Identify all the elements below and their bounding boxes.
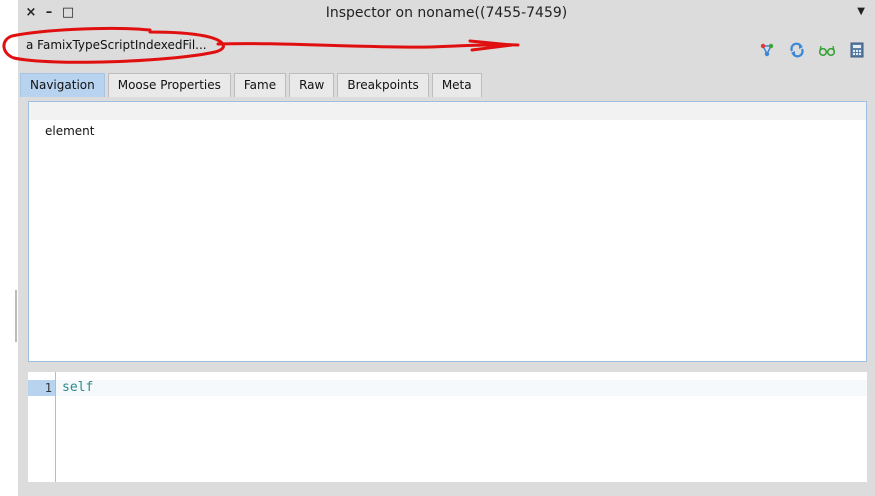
calculator-icon[interactable]	[847, 40, 867, 60]
title-bar[interactable]: × – □ Inspector on noname((7455-7459) ▼	[18, 0, 875, 28]
inspected-object-label: a FamixTypeScriptIndexedFil...	[26, 38, 207, 52]
refresh-icon[interactable]	[787, 40, 807, 60]
current-line-highlight	[56, 380, 867, 396]
glasses-icon[interactable]	[817, 40, 837, 60]
tree-graph-icon[interactable]	[757, 40, 777, 60]
navigation-list-header	[29, 102, 866, 120]
tab-fame[interactable]: Fame	[233, 73, 287, 97]
line-number: 1	[28, 380, 55, 396]
code-line[interactable]: self	[62, 380, 93, 396]
navigation-panel: element	[28, 101, 867, 362]
inspector-toolbar	[757, 40, 867, 60]
inspector-window: × – □ Inspector on noname((7455-7459) ▼ …	[18, 0, 875, 496]
inspected-object-header: a FamixTypeScriptIndexedFil...	[18, 32, 875, 64]
inspector-tabs: Navigation Moose Properties Fame Raw Bre…	[20, 73, 482, 97]
window-title: Inspector on noname((7455-7459)	[325, 5, 568, 21]
background-strip	[0, 0, 18, 496]
tab-raw[interactable]: Raw	[289, 73, 335, 97]
list-item[interactable]: element	[45, 124, 94, 138]
window-edge	[15, 290, 17, 342]
tab-moose-properties[interactable]: Moose Properties	[107, 73, 231, 97]
code-editor[interactable]: 1 self	[28, 372, 867, 482]
tab-navigation[interactable]: Navigation	[20, 73, 105, 97]
tab-meta[interactable]: Meta	[431, 73, 482, 97]
window-menu-icon[interactable]: ▼	[857, 6, 865, 17]
tab-breakpoints[interactable]: Breakpoints	[337, 73, 429, 97]
